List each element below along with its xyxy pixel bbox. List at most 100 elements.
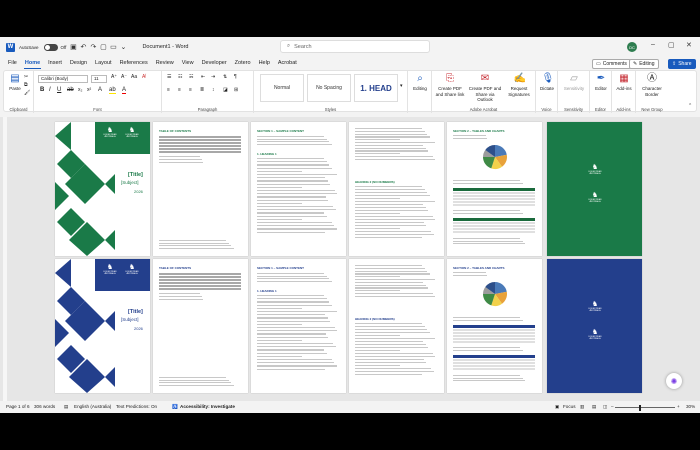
page-blue-3[interactable]: SECTION 1 – SAMPLE CONTENT 1. HEADING 1 (251, 259, 346, 393)
page-green-5[interactable]: SECTION 2 – TABLES AND CHARTS (447, 122, 542, 256)
clear-formatting-icon[interactable]: A̸ (142, 74, 145, 80)
tab-file[interactable]: File (4, 57, 21, 70)
quick-access-more-icon[interactable]: ⌄ (118, 42, 128, 52)
zoom-slider[interactable] (615, 407, 675, 408)
page-green-4[interactable]: HEADING 2 (NO NUMBERS) (349, 122, 444, 256)
cut-icon[interactable]: ✂ (24, 74, 28, 80)
comments-button[interactable]: ▭ Comments (592, 59, 631, 69)
cover-year[interactable]: 2026 (134, 189, 143, 194)
increase-indent-icon[interactable]: ⇥ (211, 74, 215, 80)
focus-button[interactable]: Focus (563, 404, 576, 409)
heading-no-numbers[interactable]: HEADING 2 (NO NUMBERS) (355, 317, 395, 321)
minimize-icon[interactable]: – (651, 41, 655, 48)
page-green-3[interactable]: SECTION 1 – SAMPLE CONTENT 1. HEADING 1 (251, 122, 346, 256)
print-layout-icon[interactable]: ▤ (592, 404, 596, 410)
borders-icon[interactable]: ⊞ (234, 87, 238, 93)
highlight-icon[interactable]: ab (109, 87, 116, 94)
section2-heading[interactable]: SECTION 2 – TABLES AND CHARTS (453, 129, 505, 133)
read-mode-icon[interactable]: ▥ (580, 404, 584, 410)
underline-icon[interactable]: U (57, 87, 61, 93)
editor-button[interactable]: ✒ Editor (591, 73, 611, 92)
line-spacing-icon[interactable]: ↕ (212, 87, 215, 93)
page-green-2[interactable]: TABLE OF CONTENTS (153, 122, 248, 256)
tab-design[interactable]: Design (66, 57, 91, 70)
autosave-toggle[interactable] (43, 43, 58, 51)
page-blue-6[interactable]: ♞ EQUESTRIAN AUSTRALIA ♞ EQUESTRIAN AUSTRAL… (547, 259, 642, 393)
text-predictions[interactable]: Text Predictions: On (116, 404, 157, 409)
tab-view[interactable]: View (178, 57, 198, 70)
search-input[interactable]: ⌕ Search (280, 40, 430, 53)
grow-font-icon[interactable]: A⁺ (111, 74, 117, 80)
tab-references[interactable]: References (116, 57, 152, 70)
numbering-icon[interactable]: ☷ (178, 74, 182, 80)
bullets-icon[interactable]: ☰ (167, 74, 171, 80)
zoom-slider-thumb[interactable] (639, 404, 641, 411)
italic-icon[interactable]: I (49, 87, 51, 93)
cover-subject[interactable]: [Subject] (121, 317, 139, 322)
tab-developer[interactable]: Developer (198, 57, 231, 70)
text-effects-icon[interactable]: A (98, 87, 102, 93)
copy-icon[interactable]: ⧉ (24, 82, 28, 88)
web-layout-icon[interactable]: ◫ (603, 404, 607, 410)
tab-help[interactable]: Help (255, 57, 274, 70)
multilevel-list-icon[interactable]: ☵ (189, 74, 193, 80)
page-blue-2[interactable]: TABLE OF CONTENTS (153, 259, 248, 393)
proofing-icon[interactable]: ▤ (64, 404, 68, 410)
character-border-button[interactable]: Ⓐ Character Border (637, 73, 667, 97)
align-center-icon[interactable]: ≡ (178, 87, 181, 93)
page-green-1[interactable]: ♞ EQUESTRIAN AUSTRALIA ♞ EQUESTRIAN AUSTRAL… (55, 122, 150, 256)
tab-home[interactable]: Home (21, 57, 44, 70)
close-icon[interactable]: ✕ (686, 41, 692, 49)
shrink-font-icon[interactable]: A⁻ (121, 74, 127, 80)
justify-icon[interactable]: ≣ (200, 87, 204, 93)
language-indicator[interactable]: English (Australia) (74, 404, 111, 409)
section1-heading[interactable]: SECTION 1 – SAMPLE CONTENT (257, 266, 304, 270)
avatar[interactable]: DC (627, 42, 637, 52)
bold-icon[interactable]: B (40, 87, 44, 93)
copilot-icon[interactable]: ✺ (666, 373, 682, 389)
heading-1[interactable]: 1. HEADING 1 (257, 289, 277, 293)
cover-title[interactable]: [Title] (128, 309, 143, 315)
font-color-icon[interactable]: A (122, 87, 127, 94)
sort-icon[interactable]: ⇅ (223, 74, 227, 80)
focus-icon[interactable]: ▣ (555, 404, 559, 410)
shading-icon[interactable]: ◪ (223, 87, 228, 93)
undo-icon[interactable]: ↶ (78, 42, 88, 52)
tab-zotero[interactable]: Zotero (231, 57, 255, 70)
styles-more-icon[interactable]: ▾ (400, 83, 403, 89)
word-count[interactable]: 306 words (34, 404, 55, 409)
font-name-select[interactable]: Calibri (Body) (38, 75, 88, 83)
page-green-6[interactable]: ♞ EQUESTRIAN AUSTRALIA ♞ EQUESTRIAN AUSTRAL… (547, 122, 642, 256)
editing-mode-button[interactable]: ✎ Editing (629, 59, 659, 69)
heading-1[interactable]: 1. HEADING 1 (257, 152, 277, 156)
dictate-button[interactable]: 🎙 Dictate (537, 73, 557, 92)
page-blue-4[interactable]: HEADING 2 (NO NUMBERS) (349, 259, 444, 393)
section2-heading[interactable]: SECTION 2 – TABLES AND CHARTS (453, 266, 505, 270)
page-indicator[interactable]: Page 1 of 6 (6, 404, 30, 409)
toc-heading[interactable]: TABLE OF CONTENTS (159, 266, 191, 270)
zoom-level[interactable]: 30% (686, 404, 695, 409)
cover-title[interactable]: [Title] (128, 172, 143, 178)
heading-no-numbers[interactable]: HEADING 2 (NO NUMBERS) (355, 180, 395, 184)
cover-subject[interactable]: [Subject] (121, 180, 139, 185)
sensitivity-button[interactable]: ▱ Sensitivity (559, 73, 589, 92)
section1-heading[interactable]: SECTION 1 – SAMPLE CONTENT (257, 129, 304, 133)
tab-insert[interactable]: Insert (44, 57, 66, 70)
create-pdf-share-link-button[interactable]: ⎘ Create PDF and Share link (434, 73, 466, 97)
style-normal[interactable]: Normal (260, 74, 304, 102)
style-heading[interactable]: 1. HEAD (354, 74, 398, 102)
zoom-in-icon[interactable]: + (677, 404, 680, 409)
subscript-icon[interactable]: x₂ (78, 87, 82, 93)
superscript-icon[interactable]: x² (87, 87, 91, 93)
open-folder-icon[interactable]: ▭ (108, 42, 118, 52)
style-no-spacing[interactable]: No Spacing (307, 74, 351, 102)
page-blue-1[interactable]: ♞ EQUESTRIAN AUSTRALIA ♞ EQUESTRIAN AUSTRAL… (55, 259, 150, 393)
share-button[interactable]: ⇪ Share (668, 59, 696, 69)
align-left-icon[interactable]: ≡ (167, 87, 170, 93)
cover-year[interactable]: 2026 (134, 326, 143, 331)
format-painter-icon[interactable]: 🖌 (24, 90, 30, 96)
collapse-ribbon-icon[interactable]: ⌃ (688, 103, 692, 109)
toc-heading[interactable]: TABLE OF CONTENTS (159, 129, 191, 133)
editing-button[interactable]: ⌕ Editing (410, 73, 430, 92)
zoom-out-icon[interactable]: – (611, 404, 614, 409)
